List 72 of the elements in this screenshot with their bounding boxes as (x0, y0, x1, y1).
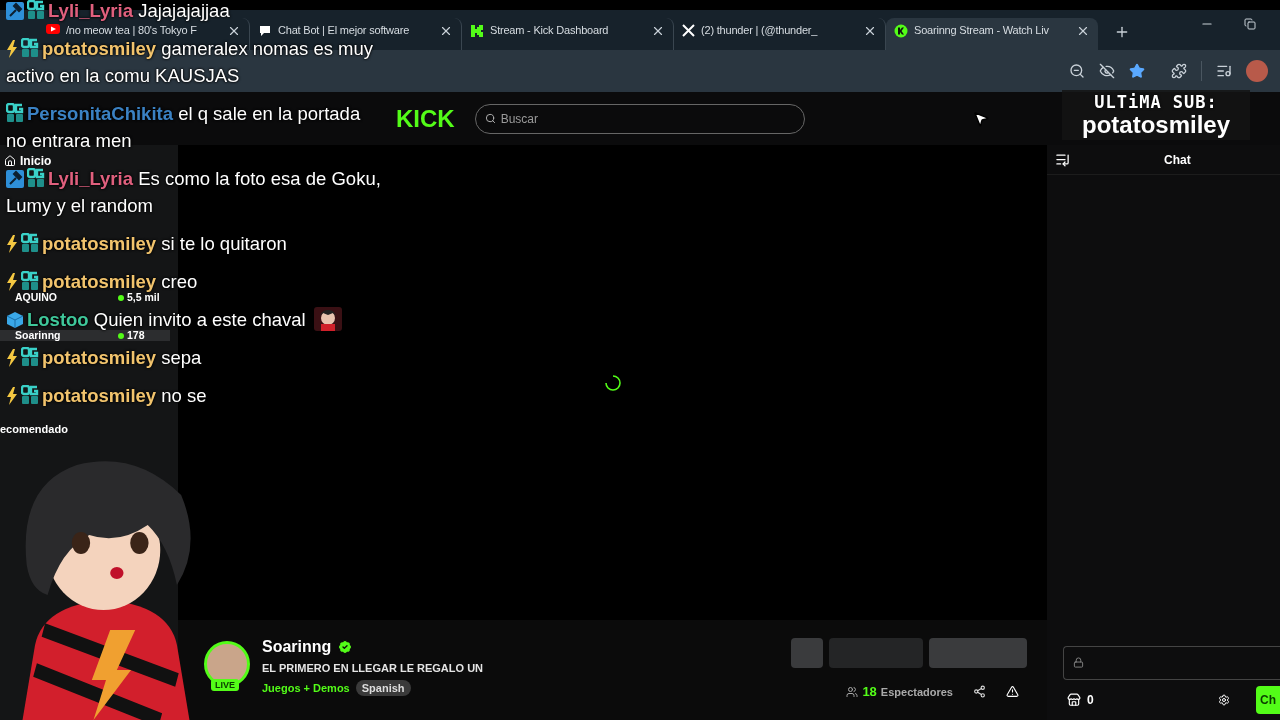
lightning-icon (6, 40, 18, 58)
k-logo-icon (894, 24, 908, 38)
stream-title: EL PRIMERO EN LLEGAR LE REGALO UN (262, 662, 484, 674)
lightning-icon (6, 349, 18, 367)
search-icon (484, 112, 496, 124)
og-badge-icon (21, 233, 39, 253)
profile-avatar[interactable] (1246, 60, 1268, 82)
channel-item[interactable]: AQUINO 5,5 mil (0, 292, 170, 303)
og-badge-icon (21, 271, 39, 291)
live-dot (118, 294, 124, 301)
chat-message: PersonitaChikita el q sale en la portada no entrara men (5, 102, 362, 153)
live-dot (118, 332, 124, 339)
sub-alert-name: potatosmiley (1082, 112, 1230, 138)
language-tag[interactable]: Spanish (355, 680, 411, 696)
og-badge-icon (27, 168, 45, 188)
chat-message: Lyli_Lyria Es como la foto esa de Goku, Lumy y el random (5, 167, 382, 218)
sub-alert-heading: ULTiMA SUB: (1094, 92, 1218, 112)
cube-icon (6, 311, 24, 329)
star-icon[interactable] (1129, 63, 1145, 79)
chat-bubble-icon (258, 24, 272, 38)
lock-icon (1073, 657, 1084, 668)
share-icon[interactable] (973, 685, 986, 698)
close-icon[interactable] (651, 24, 665, 38)
og-badge-icon (6, 103, 24, 123)
mouse-pointer-icon (972, 110, 990, 128)
eye-off-icon[interactable] (1099, 63, 1115, 79)
video-icon (46, 24, 60, 34)
streamer-name[interactable]: Soarinng (262, 638, 332, 656)
hammer-icon (6, 170, 24, 188)
restore-icon[interactable] (1244, 17, 1256, 31)
channel-item[interactable]: Soarinng 178 (0, 330, 170, 341)
category-link[interactable]: Juegos + Demos (262, 682, 350, 694)
chat-message: potatosmiley no se (0, 382, 382, 409)
chat-send-button[interactable]: Ch (1256, 686, 1280, 714)
viewers-label: Espectadores (880, 685, 953, 698)
points-count: 0 (1087, 693, 1094, 707)
new-tab-icon[interactable] (1114, 24, 1130, 40)
browser-tab[interactable]: Soarinng Stream - Watch Liv (886, 18, 1098, 50)
collapse-icon[interactable] (1055, 152, 1070, 167)
chat-message: potatosmiley sepa (0, 344, 382, 371)
lightning-icon (6, 273, 18, 291)
x-logo-icon (682, 24, 695, 37)
site-logo[interactable]: KICK (396, 104, 455, 133)
nav-link[interactable]: Inicio (20, 154, 52, 168)
close-icon[interactable] (227, 24, 241, 38)
og-badge-icon (27, 0, 45, 20)
og-badge-icon (21, 385, 39, 405)
close-icon[interactable] (863, 24, 877, 38)
people-icon (846, 685, 859, 698)
chat-input[interactable] (1063, 646, 1280, 680)
zoom-out-icon[interactable] (1069, 63, 1085, 79)
verified-icon (337, 639, 354, 655)
chat-title: Chat (1164, 152, 1191, 167)
home-icon (4, 155, 16, 167)
store-icon[interactable] (1067, 693, 1081, 707)
viewer-count: 18 (862, 684, 877, 699)
lightning-icon (6, 235, 18, 253)
og-badge-icon (21, 347, 39, 367)
chat-message: potatosmiley si te lo quitaron (0, 230, 382, 257)
settings-icon[interactable] (1218, 694, 1230, 706)
warning-icon[interactable] (1006, 685, 1019, 698)
puzzle-icon[interactable] (1171, 63, 1187, 79)
live-badge: LIVE (211, 679, 239, 691)
close-icon[interactable] (1076, 24, 1090, 38)
lightning-icon (6, 387, 18, 405)
section-heading: ecomendado (0, 423, 68, 435)
og-badge-icon (21, 38, 39, 58)
loading-spinner (603, 373, 622, 392)
media-list-icon[interactable] (1216, 63, 1232, 79)
close-icon[interactable] (439, 24, 453, 38)
k-logo-icon (470, 24, 484, 38)
search-field[interactable]: Buscar (474, 103, 805, 134)
